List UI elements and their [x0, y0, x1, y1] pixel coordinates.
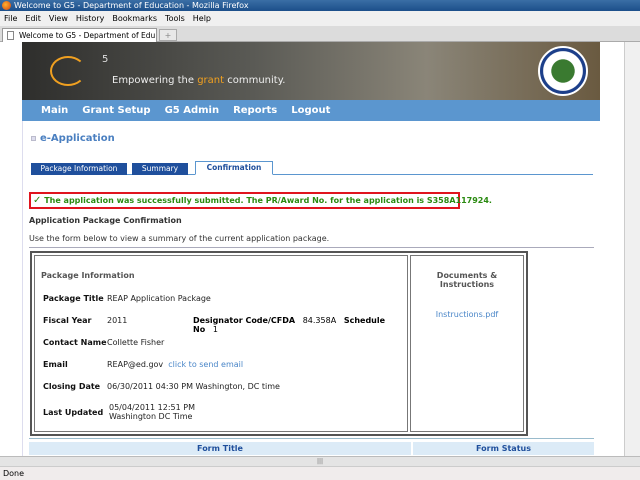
- package-information-panel: Package Information Package Title REAP Ap…: [34, 255, 408, 432]
- page-tabs: Package Information Summary Confirmation: [31, 161, 593, 175]
- browser-tab-bar: Welcome to G5 - Department of Edu... +: [0, 26, 640, 42]
- package-summary-box: Package Information Package Title REAP Ap…: [30, 251, 528, 436]
- instructions-text: Use the form below to view a summary of …: [29, 234, 330, 243]
- nav-main[interactable]: Main: [41, 105, 68, 116]
- content: e-Application Package Information Summar…: [22, 121, 600, 456]
- last-updated-row: Last Updated 05/04/2011 12:51 PM Washingto…: [43, 403, 195, 421]
- g5-logo: [50, 56, 86, 86]
- documents-panel: Documents & Instructions Instructions.pd…: [410, 255, 524, 432]
- page-viewport: 5 Empowering the grant community. Main Gr…: [0, 42, 624, 456]
- form-status-header: Form Status: [413, 442, 594, 455]
- package-title-row: Package Title REAP Application Package: [43, 294, 211, 303]
- status-bar: Done: [0, 466, 640, 480]
- window-title: Welcome to G5 - Department of Education …: [14, 1, 249, 10]
- package-info-heading: Package Information: [41, 271, 135, 280]
- closing-date-row: Closing Date 06/30/2011 04:30 PM Washingt…: [43, 382, 280, 391]
- menu-edit[interactable]: Edit: [24, 14, 42, 23]
- tab-confirmation[interactable]: Confirmation: [195, 161, 273, 175]
- fiscal-year-row: Fiscal Year 2011 Designator Code/CFDA 84.…: [43, 316, 386, 334]
- window-title-bar: Welcome to G5 - Department of Education …: [0, 0, 640, 11]
- browser-tab[interactable]: Welcome to G5 - Department of Edu...: [2, 28, 157, 42]
- nav-logout[interactable]: Logout: [291, 105, 330, 116]
- menu-view[interactable]: View: [48, 14, 69, 23]
- email-row: Email REAP@ed.gov click to send email: [43, 360, 244, 369]
- section-heading: Application Package Confirmation: [29, 216, 182, 225]
- menu-tools[interactable]: Tools: [164, 14, 186, 23]
- divider: [29, 247, 594, 248]
- tab-summary[interactable]: Summary: [132, 163, 188, 175]
- vertical-scrollbar[interactable]: [624, 42, 640, 456]
- nav-g5-admin[interactable]: G5 Admin: [165, 105, 220, 116]
- tab-title: Welcome to G5 - Department of Edu...: [19, 31, 157, 40]
- form-title-header: Form Title: [29, 442, 411, 455]
- menu-help[interactable]: Help: [192, 14, 212, 23]
- page-icon: [7, 31, 14, 40]
- menu-bookmarks[interactable]: Bookmarks: [111, 14, 158, 23]
- bullet-icon: [31, 136, 36, 141]
- page-title: e-Application: [31, 133, 115, 144]
- main-nav: Main Grant Setup G5 Admin Reports Logout: [22, 100, 600, 121]
- menu-bar: File Edit View History Bookmarks Tools Help: [0, 11, 640, 26]
- logo-superscript: 5: [102, 54, 109, 65]
- banner: 5 Empowering the grant community.: [22, 42, 600, 100]
- instructions-pdf-link[interactable]: Instructions.pdf: [411, 310, 523, 319]
- nav-reports[interactable]: Reports: [233, 105, 277, 116]
- tab-package-information[interactable]: Package Information: [31, 163, 127, 175]
- send-email-link[interactable]: click to send email: [168, 360, 243, 369]
- documents-heading: Documents & Instructions: [436, 271, 498, 289]
- menu-file[interactable]: File: [3, 14, 18, 23]
- horizontal-scrollbar[interactable]: |||: [0, 456, 640, 466]
- success-message: ✓ The application was successfully submi…: [29, 192, 492, 209]
- department-seal-icon: [538, 46, 588, 96]
- checkmark-icon: ✓: [33, 195, 42, 206]
- divider: [29, 438, 594, 439]
- menu-history[interactable]: History: [75, 14, 105, 23]
- firefox-icon: [2, 1, 11, 10]
- tagline: Empowering the grant community.: [112, 75, 286, 86]
- new-tab-button[interactable]: +: [159, 29, 177, 41]
- nav-grant-setup[interactable]: Grant Setup: [82, 105, 150, 116]
- contact-row: Contact NameCollette Fisher: [43, 338, 165, 347]
